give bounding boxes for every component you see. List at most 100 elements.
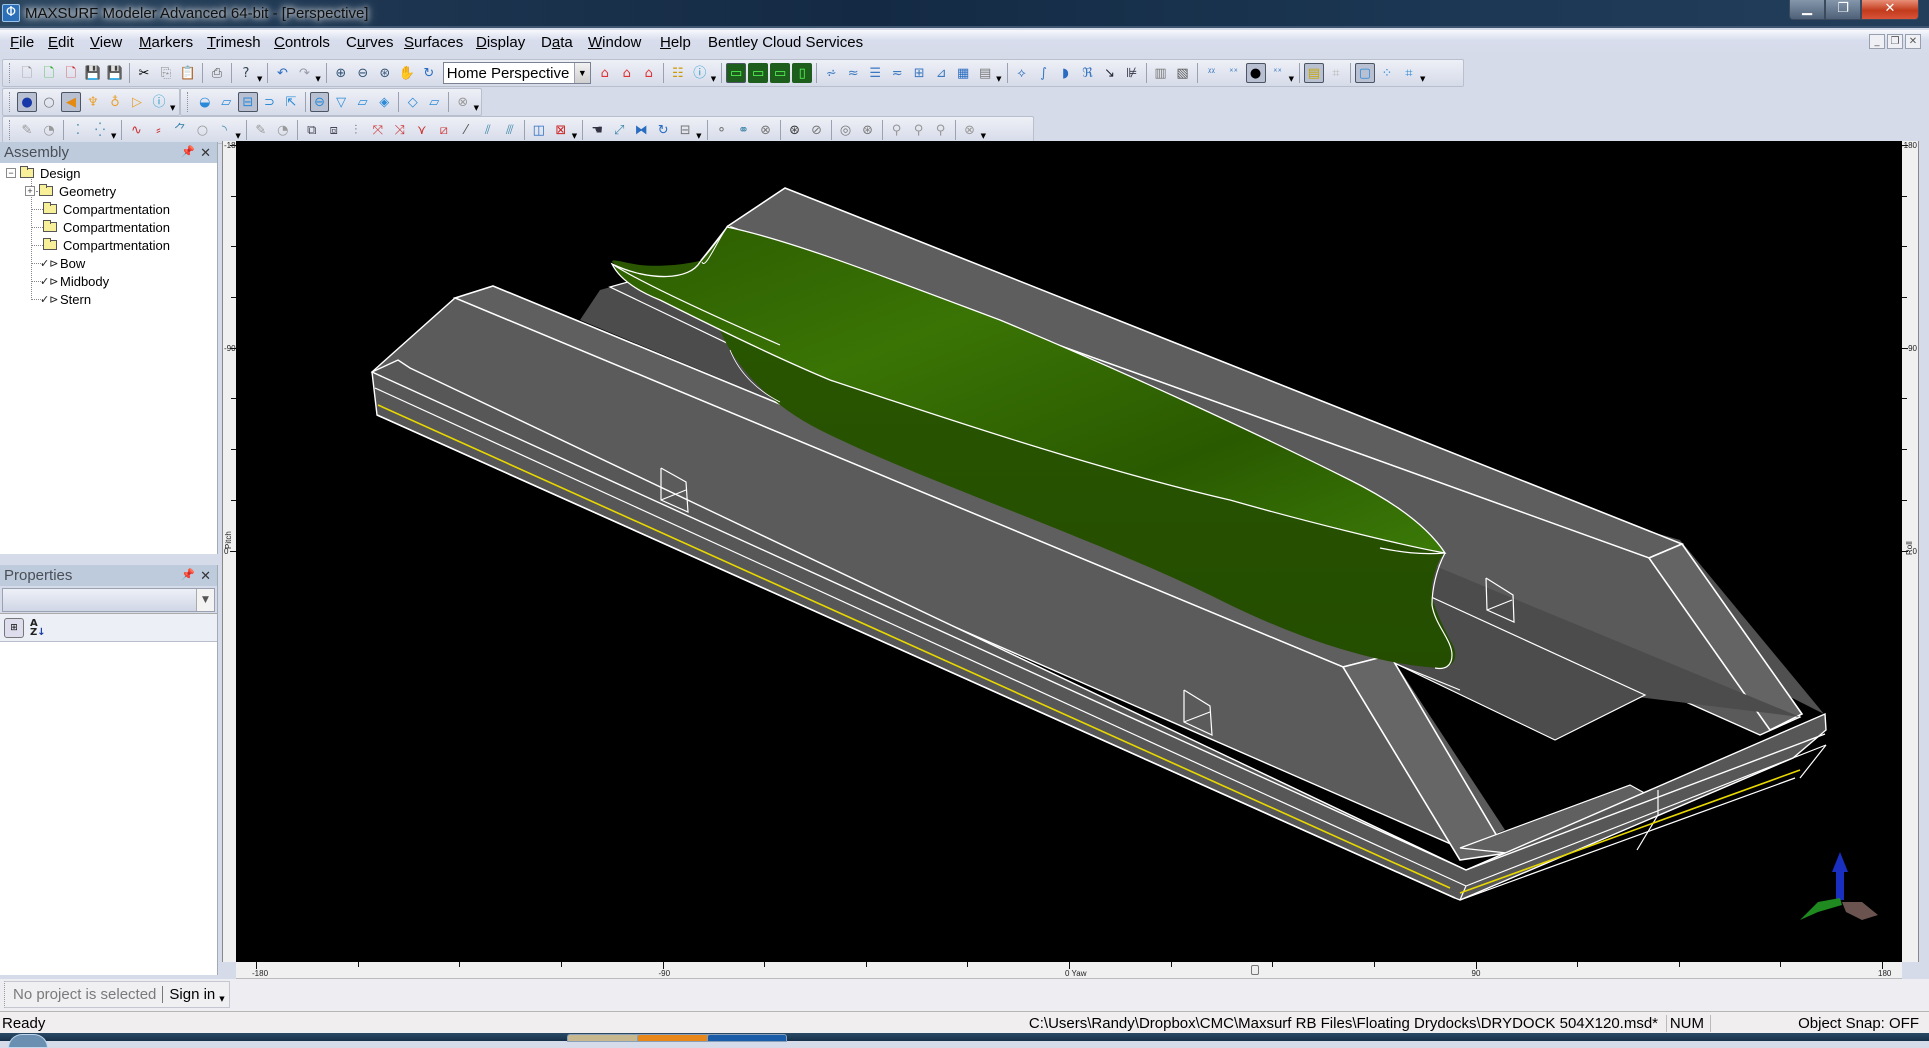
diagonals-icon[interactable]: ≂ (887, 63, 907, 83)
plan-view-icon[interactable]: ◒ (195, 92, 215, 112)
toolbar-grip[interactable] (9, 92, 12, 112)
toolbar-grip[interactable] (9, 120, 12, 140)
flat-icon[interactable]: ▱ (425, 92, 445, 112)
surface-trim-icon[interactable]: ℜ (1078, 63, 1098, 83)
control-point-icon[interactable]: ⟡ (1012, 63, 1032, 83)
edit-pencil-icon[interactable]: ✎ (251, 120, 271, 140)
camera-icon[interactable]: ▷ (127, 92, 147, 112)
curve-split-icon[interactable]: ⸗ (148, 120, 168, 140)
start-button[interactable] (8, 1034, 48, 1048)
roll-ruler[interactable]: -180 -90 0 Roll (1901, 141, 1919, 962)
expand-icon[interactable]: + (25, 186, 35, 196)
bond-icon[interactable]: ⤨ (390, 120, 410, 140)
vanishing-icon[interactable]: ⇱ (281, 92, 301, 112)
mdi-minimize-button[interactable]: _ (1869, 34, 1885, 49)
paste-icon[interactable]: 📋 (178, 63, 198, 83)
arrow-icon[interactable]: ↘ (1100, 63, 1120, 83)
cross-icon[interactable]: ⁄ (456, 120, 476, 140)
marker-toggle-icon[interactable]: ⊗ (453, 92, 473, 112)
pin-icon[interactable]: 📌 (181, 565, 195, 586)
contour-icon[interactable]: ♆ (83, 92, 103, 112)
toolbar-grip[interactable] (187, 92, 190, 112)
marker-add-icon[interactable]: ⚬ (712, 120, 732, 140)
marker-link-icon2[interactable]: ⊛ (858, 120, 878, 140)
marker-split-icon[interactable]: ⚲ (887, 120, 907, 140)
chevron-down-icon[interactable]: ▼ (196, 589, 214, 611)
menu-curves[interactable]: Curves (342, 34, 398, 51)
menu-markers[interactable]: Markers (135, 34, 197, 51)
chevron-down-icon[interactable]: ▼ (219, 995, 224, 1003)
sign-in-button[interactable]: Sign in (163, 986, 215, 1003)
mdi-restore-button[interactable]: ❐ (1887, 34, 1903, 49)
rotate-surface-icon[interactable]: ↻ (653, 120, 673, 140)
fit-icon[interactable]: ⤧ (368, 120, 388, 140)
save-as-icon[interactable]: 💾 (105, 63, 125, 83)
yaw-ruler[interactable]: -180 -90 0 Yaw 90 180 (236, 962, 1902, 979)
marker-align-icon[interactable]: ◎ (836, 120, 856, 140)
marker-toggle2-icon[interactable]: ⊗ (960, 120, 980, 140)
info-icon[interactable]: ⓘ (690, 63, 710, 83)
hand-move-icon[interactable]: ☚ (587, 120, 607, 140)
waterlines-icon[interactable]: ☰ (865, 63, 885, 83)
surface-fill-icon[interactable]: ◗ (1056, 63, 1076, 83)
pan-icon[interactable]: ✋ (397, 63, 417, 83)
info-settings-icon[interactable]: ⓘ (149, 92, 169, 112)
frame-corners-icon[interactable]: ⌗ (1399, 63, 1419, 83)
zoom-out-icon[interactable]: ⊖ (353, 63, 373, 83)
redo-icon[interactable]: ↷ (294, 63, 314, 83)
categorized-icon[interactable]: ⊞ (4, 617, 24, 638)
close-file-icon[interactable]: 🗋 (61, 63, 81, 83)
perspective-view-icon[interactable]: ⊃ (260, 92, 280, 112)
trimesh-icon[interactable]: ▽ (331, 92, 351, 112)
tree-node-design[interactable]: − Design (6, 164, 80, 182)
frame-points-icon[interactable]: ⁘ (1377, 63, 1397, 83)
pin-icon[interactable]: 📌 (181, 142, 195, 163)
properties-icon[interactable]: ▧ (1173, 63, 1193, 83)
maxsurf-logo-icon[interactable]: Φ (2, 4, 20, 22)
home-set-icon[interactable]: ⌂ (595, 63, 615, 83)
home-view-icon[interactable]: ⌂ (617, 63, 637, 83)
tree-node-compartmentation[interactable]: Compartmentation (43, 218, 170, 236)
yaw-slider-thumb[interactable] (1251, 965, 1259, 975)
unbond-icon[interactable]: ⋎ (412, 120, 432, 140)
section-icon[interactable]: ⊖ (309, 92, 330, 112)
menu-data[interactable]: Data (537, 34, 577, 51)
compass-icon[interactable]: ◔ (39, 120, 59, 140)
area-curve-icon[interactable]: ⊿ (931, 63, 951, 83)
marker-list-icon[interactable]: ˣˣ (1268, 63, 1288, 83)
shade-curvature-icon[interactable]: ▯ (792, 63, 813, 83)
cut-icon[interactable]: ✂ (134, 63, 154, 83)
mirror-icon[interactable]: ⧓ (631, 120, 651, 140)
marker-link-icon[interactable]: ˣˣ (1224, 63, 1244, 83)
circle-icon[interactable]: ○ (192, 120, 212, 140)
shade-section-icon[interactable]: ▭ (770, 63, 791, 83)
spline-icon[interactable]: ∫ (1034, 63, 1054, 83)
tree-node-stern[interactable]: ✓⊳ Stern (40, 290, 91, 308)
wire-sphere-icon[interactable]: ○ (39, 92, 59, 112)
menu-controls[interactable]: Controls (270, 34, 334, 51)
marker-join-icon[interactable]: ⚲ (909, 120, 929, 140)
chevron-down-icon[interactable]: ▼ (573, 63, 590, 83)
rotate-icon[interactable]: ↻ (419, 63, 439, 83)
object-selector-dropdown[interactable]: ▼ (2, 588, 215, 612)
light-icon[interactable]: ◀ (61, 92, 81, 112)
tree-node-compartmentation[interactable]: Compartmentation (43, 200, 170, 218)
scatter-icon[interactable]: ⁚ (68, 120, 88, 140)
menu-edit[interactable]: Edit (44, 34, 78, 51)
frame-empty-icon[interactable]: ⌗ (1326, 63, 1346, 83)
close-icon[interactable]: ✕ (200, 142, 211, 163)
assembly-tree-icon[interactable]: ☷ (668, 63, 688, 83)
marker-select-icon[interactable]: ⊛ (785, 120, 805, 140)
menu-window[interactable]: Window (584, 34, 645, 51)
copy-surface-icon[interactable]: ⧉ (302, 120, 322, 140)
edge-icon[interactable]: ◇ (403, 92, 423, 112)
copy-icon[interactable]: ⎘ (156, 63, 176, 83)
menu-surfaces[interactable]: Surfaces (400, 34, 467, 51)
mdi-close-button[interactable]: ✕ (1905, 34, 1921, 49)
tree-node-compartmentation[interactable]: Compartmentation (43, 236, 170, 254)
curve-join-icon[interactable]: ⺈ (170, 120, 190, 140)
view-selector-combo[interactable]: Home Perspective ▼ (442, 62, 591, 84)
new-from-template-icon[interactable]: 🗋 (39, 63, 59, 83)
marker-x-icon[interactable]: ᵡᵡ (1202, 63, 1222, 83)
intersect-icon[interactable]: ⫽ (478, 120, 498, 140)
